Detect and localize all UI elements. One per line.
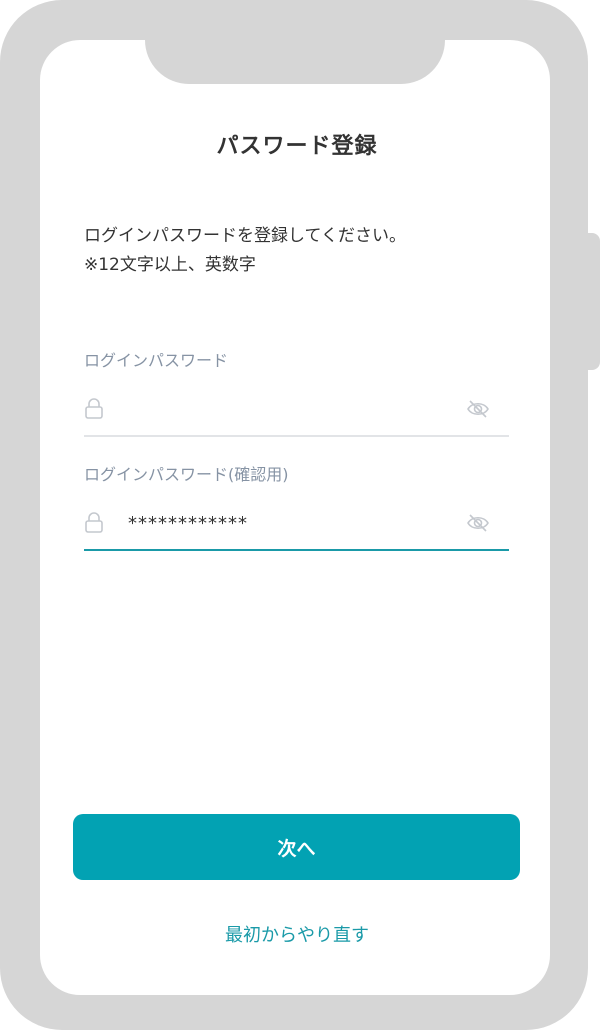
instructions-line-1: ログインパスワードを登録してください。 — [84, 226, 406, 246]
confirm-password-label: ログインパスワード(確認用) — [84, 465, 289, 484]
instructions-text: ログインパスワードを登録してください。 ※12文字以上、英数字 — [84, 222, 406, 280]
lock-icon — [85, 512, 103, 533]
password-input-row — [84, 389, 509, 437]
phone-notch — [145, 40, 445, 84]
password-input[interactable] — [128, 389, 448, 429]
password-label: ログインパスワード — [84, 351, 229, 370]
confirm-password-input[interactable] — [128, 503, 448, 543]
lock-icon — [85, 398, 103, 419]
confirm-password-input-row — [84, 503, 509, 551]
eye-off-icon[interactable] — [465, 397, 491, 421]
restart-link[interactable]: 最初からやり直す — [0, 921, 594, 947]
eye-off-icon[interactable] — [465, 511, 491, 535]
phone-side-button — [586, 233, 600, 370]
page-title: パスワード登録 — [216, 134, 378, 159]
password-field: ログインパスワード — [84, 347, 509, 437]
next-button[interactable]: 次へ — [73, 814, 520, 880]
instructions-line-2: ※12文字以上、英数字 — [84, 255, 256, 275]
confirm-password-field: ログインパスワード(確認用) — [84, 461, 509, 551]
